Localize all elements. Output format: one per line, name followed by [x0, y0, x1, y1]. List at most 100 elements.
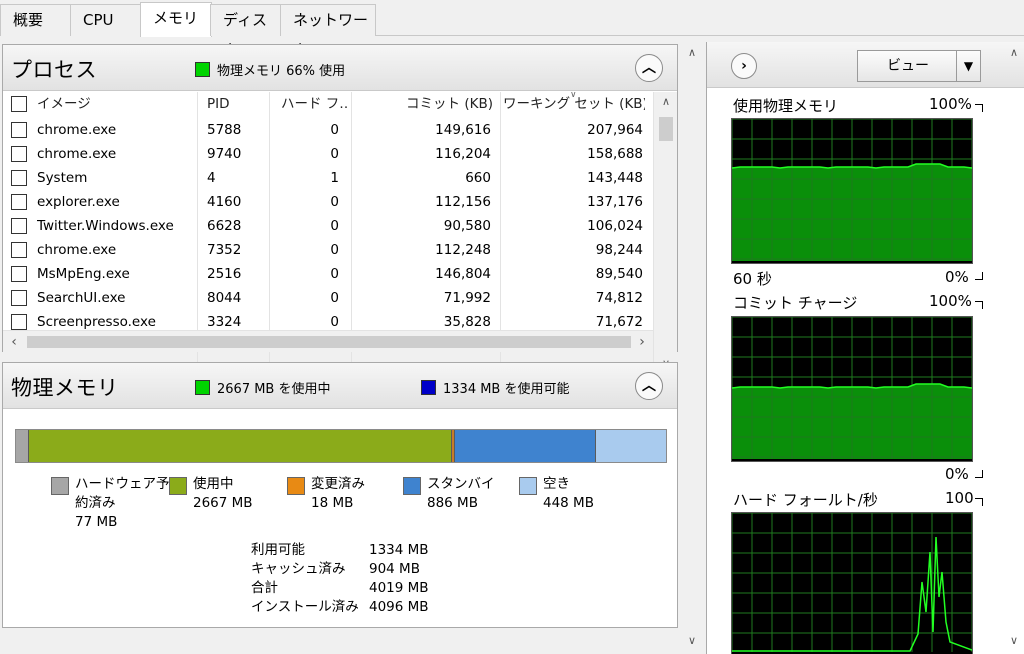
physical-memory-panel: 物理メモリ 2667 MB を使用中 1334 MB を使用可能 ︿ ハードウェ…	[2, 362, 678, 628]
legend-hardware-reserved: ハードウェア予 約済み 77 MB	[51, 475, 170, 532]
process-working-set: 137,176	[587, 194, 643, 210]
view-dropdown[interactable]: ビュー ▼	[857, 50, 981, 82]
tab-disk[interactable]: ディスク	[210, 4, 282, 59]
column-header-pid[interactable]: PID	[207, 92, 267, 116]
graph-canvas	[732, 317, 972, 459]
process-hard-faults: 0	[330, 218, 339, 234]
legend-swatch-icon	[519, 477, 537, 495]
column-header-image[interactable]: イメージ	[37, 92, 187, 116]
process-commit: 112,156	[435, 194, 491, 210]
process-commit: 146,804	[435, 266, 491, 282]
graph-canvas	[732, 513, 972, 652]
commit-charge-graph	[731, 316, 973, 462]
row-checkbox[interactable]	[11, 218, 27, 234]
process-hard-faults: 0	[330, 194, 339, 210]
row-checkbox[interactable]	[11, 122, 27, 138]
legend-swatch-icon	[403, 477, 421, 495]
row-checkbox[interactable]	[11, 290, 27, 306]
collapse-process-button[interactable]: ︿	[635, 54, 663, 82]
scroll-down-icon[interactable]: ∨	[1004, 634, 1024, 647]
process-panel-title: プロセス	[11, 58, 97, 82]
process-commit: 112,248	[435, 242, 491, 258]
stat-row: インストール済み 4096 MB	[251, 598, 429, 617]
table-row[interactable]: Twitter.Windows.exe 6628 0 90,580 106,024	[3, 214, 653, 238]
process-table: イメージ PID ハード フ… コミット (KB) ワーキング セット (KB)…	[3, 92, 653, 368]
process-pid: 6628	[207, 218, 242, 234]
process-pid: 8044	[207, 290, 242, 306]
tab-network[interactable]: ネットワーク	[280, 4, 376, 59]
physical-memory-panel-header[interactable]: 物理メモリ 2667 MB を使用中 1334 MB を使用可能 ︿	[3, 363, 677, 409]
green-swatch-icon	[195, 380, 210, 395]
scroll-left-icon[interactable]: ‹	[3, 331, 25, 353]
row-checkbox[interactable]	[11, 146, 27, 162]
row-checkbox[interactable]	[11, 266, 27, 282]
process-working-set: 74,812	[595, 290, 643, 306]
stat-row: キャッシュ済み 904 MB	[251, 560, 429, 579]
scroll-thumb[interactable]	[27, 336, 631, 348]
column-header-hard-faults[interactable]: ハード フ…	[281, 92, 347, 116]
select-all-checkbox[interactable]	[11, 96, 27, 112]
scroll-up-icon[interactable]: ∧	[684, 46, 700, 59]
memory-stats: 利用可能 1334 MB キャッシュ済み 904 MB 合計 4019 MB インスト…	[251, 541, 429, 617]
table-row[interactable]: chrome.exe 9740 0 116,204 158,688	[3, 142, 653, 166]
row-checkbox[interactable]	[11, 242, 27, 258]
process-image: chrome.exe	[37, 242, 117, 258]
table-row[interactable]: SearchUI.exe 8044 0 71,992 74,812	[3, 286, 653, 310]
process-horizontal-scrollbar[interactable]: ‹ ›	[3, 330, 653, 352]
scroll-up-icon[interactable]: ∧	[654, 92, 678, 112]
table-row[interactable]: System 4 1 660 143,448	[3, 166, 653, 190]
graph-canvas	[732, 119, 972, 261]
physical-memory-usage: 物理メモリ 66% 使用	[217, 64, 346, 79]
tab-overview[interactable]: 概要	[0, 4, 72, 36]
process-image: SearchUI.exe	[37, 290, 126, 306]
row-checkbox[interactable]	[11, 314, 27, 330]
scroll-up-icon[interactable]: ∧	[1004, 46, 1024, 59]
expand-graphs-button[interactable]: ›	[731, 53, 757, 79]
scroll-right-icon[interactable]: ›	[631, 331, 653, 353]
process-working-set: 143,448	[587, 170, 643, 186]
stat-value: 1334 MB	[369, 542, 429, 558]
process-working-set: 89,540	[595, 266, 643, 282]
row-checkbox[interactable]	[11, 194, 27, 210]
process-commit: 90,580	[443, 218, 491, 234]
in-use-label: 2667 MB を使用中	[217, 382, 331, 397]
legend-value: 77 MB	[75, 514, 118, 530]
stat-value: 4019 MB	[369, 580, 429, 596]
memory-composition-bar	[15, 429, 667, 463]
process-commit: 149,616	[435, 122, 491, 138]
stat-value: 4096 MB	[369, 599, 429, 615]
hard-faults-graph	[731, 512, 973, 654]
legend-label: 使用中	[193, 476, 234, 492]
table-row[interactable]: chrome.exe 7352 0 112,248 98,244	[3, 238, 653, 262]
process-image: explorer.exe	[37, 194, 120, 210]
column-header-commit[interactable]: コミット (KB)	[355, 92, 493, 116]
graph-tick	[975, 272, 983, 280]
process-vertical-scrollbar[interactable]: ∧ ∨	[653, 92, 677, 376]
stat-label: キャッシュ済み	[251, 561, 346, 577]
scroll-down-icon[interactable]: ∨	[684, 634, 700, 647]
process-pid: 4160	[207, 194, 242, 210]
memory-bar-segment-hardware-reserved	[16, 430, 28, 462]
process-hard-faults: 0	[330, 290, 339, 306]
process-hard-faults: 0	[330, 122, 339, 138]
tab-memory[interactable]: メモリ	[140, 2, 212, 37]
legend-swatch-icon	[169, 477, 187, 495]
collapse-memory-button[interactable]: ︿	[635, 372, 663, 400]
table-row[interactable]: chrome.exe 5788 0 149,616 207,964	[3, 118, 653, 142]
table-row[interactable]: explorer.exe 4160 0 112,156 137,176	[3, 190, 653, 214]
tab-cpu[interactable]: CPU	[70, 4, 142, 36]
process-hard-faults: 0	[330, 242, 339, 258]
dropdown-arrow-icon[interactable]: ▼	[956, 51, 980, 81]
table-row[interactable]: MsMpEng.exe 2516 0 146,804 89,540	[3, 262, 653, 286]
left-pane-scrollbar[interactable]: ∧ ∨	[684, 42, 700, 654]
process-image: System	[37, 170, 88, 186]
scroll-thumb[interactable]	[659, 117, 673, 141]
right-pane-scrollbar[interactable]: ∧ ∨	[1004, 42, 1024, 654]
process-panel-header[interactable]: プロセス 物理メモリ 66% 使用 ︿	[3, 45, 677, 91]
process-pid: 2516	[207, 266, 242, 282]
graph-min-label: 0%	[945, 465, 969, 483]
physical-memory-panel-title: 物理メモリ	[11, 376, 119, 400]
row-checkbox[interactable]	[11, 170, 27, 186]
process-image: MsMpEng.exe	[37, 266, 130, 282]
stat-label: 利用可能	[251, 542, 305, 558]
